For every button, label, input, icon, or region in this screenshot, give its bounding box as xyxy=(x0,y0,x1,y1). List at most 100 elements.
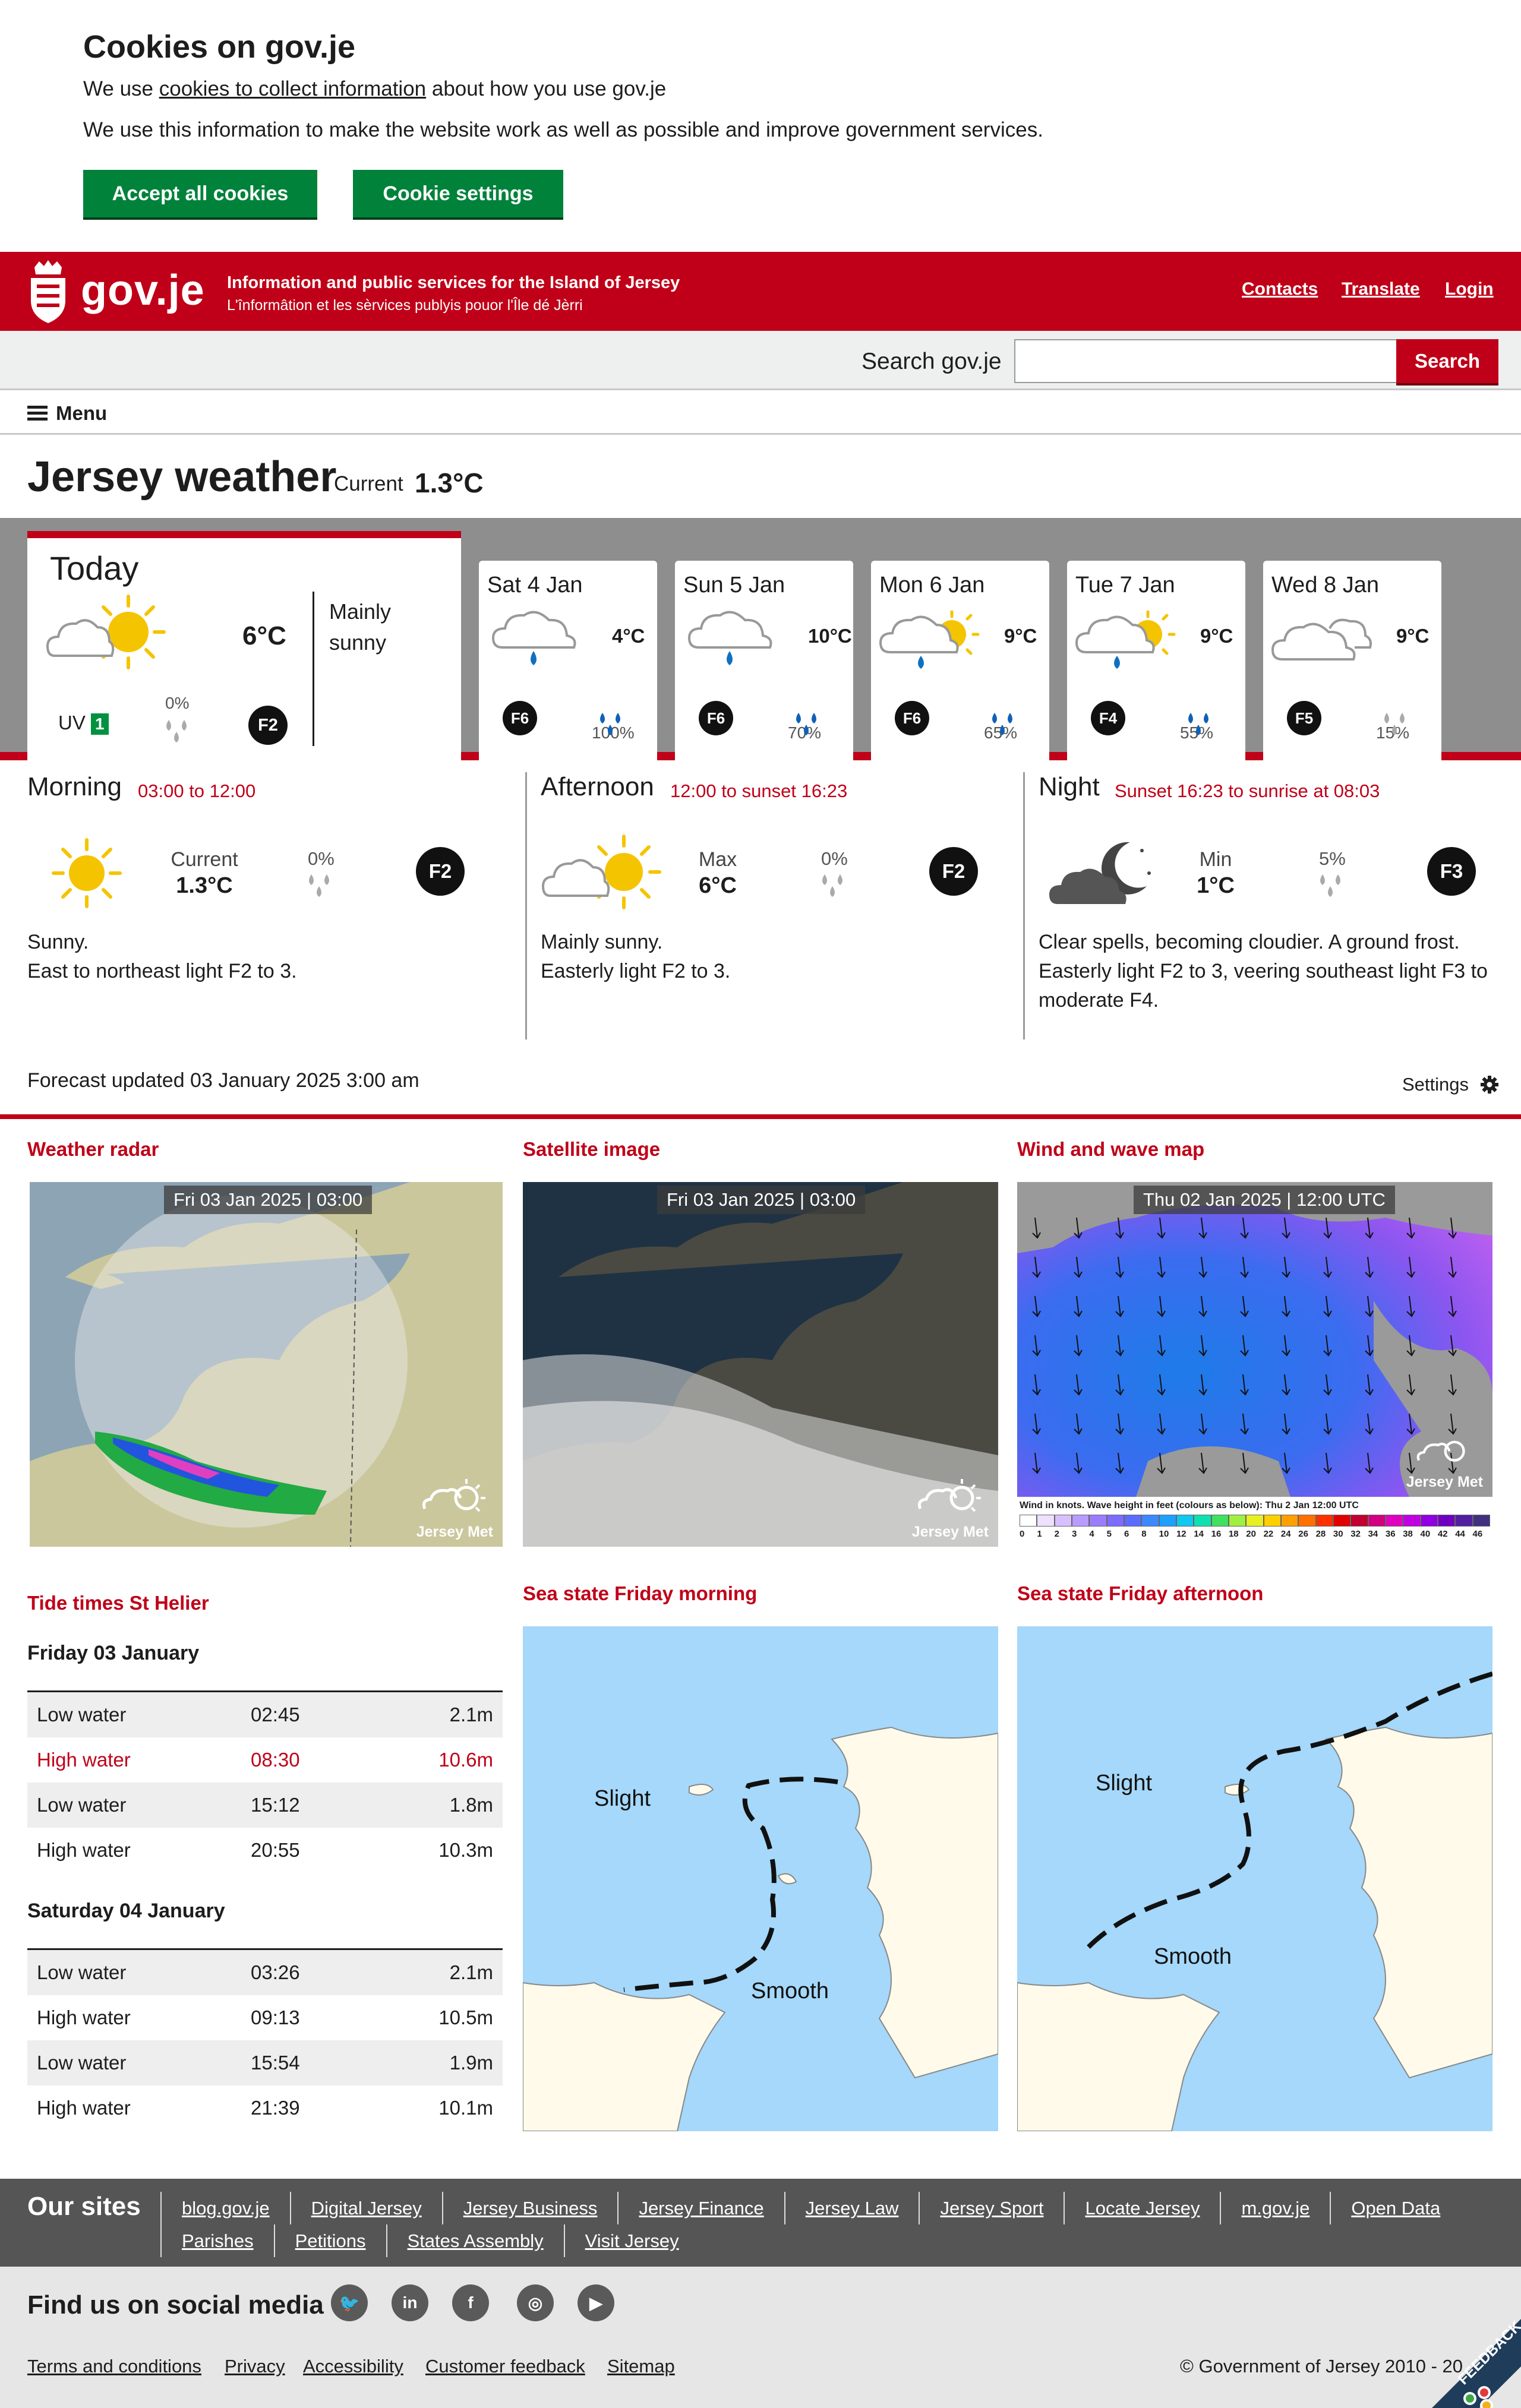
settings-link[interactable]: Settings xyxy=(1402,1074,1499,1095)
legend-swatch xyxy=(1385,1515,1403,1527)
site-link[interactable]: Jersey Business xyxy=(441,2192,618,2224)
search-label: Search gov.je xyxy=(862,349,1002,374)
sea-state-morning-image[interactable]: Slight Smooth xyxy=(523,1626,998,2131)
search-input[interactable] xyxy=(1014,339,1397,383)
tide-title[interactable]: Tide times St Helier xyxy=(27,1592,209,1614)
accept-cookies-button[interactable]: Accept all cookies xyxy=(83,170,317,217)
tide-height: 10.5m xyxy=(438,2006,493,2028)
radar-title[interactable]: Weather radar xyxy=(27,1138,159,1161)
day-name: Sat 4 Jan xyxy=(487,573,583,598)
contacts-link[interactable]: Contacts xyxy=(1242,279,1318,299)
tide-height: 2.1m xyxy=(449,1704,493,1726)
sea-state-afternoon-image[interactable]: Slight Smooth xyxy=(1017,1626,1492,2131)
legend-swatch xyxy=(1368,1515,1386,1527)
instagram-icon[interactable]: ◎ xyxy=(517,2284,554,2321)
raindrops-icon xyxy=(1188,713,1208,735)
legend-swatch xyxy=(1350,1515,1368,1527)
tide-height: 1.9m xyxy=(449,2052,493,2074)
legend-swatch xyxy=(1437,1515,1456,1527)
sitemap-link[interactable]: Sitemap xyxy=(607,2356,675,2377)
menu-button[interactable]: Menu xyxy=(56,402,107,425)
menu-bar: Menu xyxy=(0,392,1521,435)
cookie-info-link[interactable]: cookies to collect information xyxy=(159,77,426,100)
legend-value: 8 xyxy=(1141,1529,1147,1539)
satellite-image[interactable]: Fri 03 Jan 2025 | 03:00 Jersey Met xyxy=(523,1182,998,1547)
period-name: Afternoon xyxy=(541,772,654,801)
forecast-strip: Today 6°C Mainly sunny UV 1 0% F2 Sat 4 … xyxy=(0,518,1521,760)
privacy-link[interactable]: Privacy xyxy=(225,2356,285,2377)
legend-swatch xyxy=(1194,1515,1211,1527)
legend-swatch xyxy=(1246,1515,1264,1527)
tide-time: 15:54 xyxy=(251,2052,300,2074)
day-card[interactable]: Sun 5 Jan 10°C F6 70% xyxy=(675,561,853,760)
cookie-settings-button[interactable]: Cookie settings xyxy=(353,170,563,217)
legend-swatch xyxy=(1159,1515,1176,1527)
sea-label-smooth: Smooth xyxy=(1154,1944,1232,1969)
day-card[interactable]: Sat 4 Jan 4°C F6 100% xyxy=(479,561,657,760)
day-name: Mon 6 Jan xyxy=(879,573,985,598)
site-link[interactable]: Visit Jersey xyxy=(563,2224,699,2257)
site-link[interactable]: m.gov.je xyxy=(1220,2192,1330,2224)
satellite-title[interactable]: Satellite image xyxy=(523,1138,660,1161)
day-card[interactable]: Mon 6 Jan 9°C F6 65% xyxy=(871,561,1049,760)
legend-value: 38 xyxy=(1403,1529,1413,1539)
raindrops-icon xyxy=(1384,713,1405,735)
legend-swatch xyxy=(1333,1515,1351,1527)
tide-time: 09:13 xyxy=(251,2006,300,2028)
table-row: High water 08:30 10.6m xyxy=(27,1737,503,1783)
sea-state-afternoon-title[interactable]: Sea state Friday afternoon xyxy=(1017,1582,1263,1605)
legend-value: 42 xyxy=(1437,1529,1448,1539)
period-text-line: Sunny. xyxy=(27,931,89,953)
day-name: Tue 7 Jan xyxy=(1075,573,1175,598)
site-logo[interactable]: gov.je xyxy=(81,266,205,315)
legend-value: 4 xyxy=(1089,1529,1094,1539)
wind-force-icon: F3 xyxy=(1427,847,1476,896)
metric-label: Min xyxy=(1199,848,1232,871)
radar-image[interactable]: Fri 03 Jan 2025 | 03:00 Jersey Met xyxy=(30,1182,503,1547)
day-name: Sun 5 Jan xyxy=(683,573,785,598)
tide-time: 21:39 xyxy=(251,2097,300,2119)
tagline-jerriais: L'înformâtion et les sèrvices publyis po… xyxy=(227,297,583,314)
tide-day-label: Saturday 04 January xyxy=(27,1900,225,1922)
site-link[interactable]: Parishes xyxy=(160,2224,274,2257)
customer-feedback-link[interactable]: Customer feedback xyxy=(425,2356,585,2377)
sea-state-morning-title[interactable]: Sea state Friday morning xyxy=(523,1582,757,1605)
feedback-tab[interactable]: FEEDBACK xyxy=(1408,2305,1521,2408)
wind-wave-image[interactable]: Thu 02 Jan 2025 | 12:00 UTC Jersey Met W… xyxy=(1017,1182,1492,1547)
site-link[interactable]: Digital Jersey xyxy=(289,2192,442,2224)
cloud-rain-icon xyxy=(687,611,772,665)
search-button[interactable]: Search xyxy=(1396,339,1498,383)
translate-link[interactable]: Translate xyxy=(1342,279,1420,299)
legend-value: 10 xyxy=(1159,1529,1169,1539)
period-text-line: East to northeast light F2 to 3. xyxy=(27,960,297,982)
today-description: Mainly sunny xyxy=(329,599,392,655)
site-link[interactable]: Locate Jersey xyxy=(1064,2192,1220,2224)
legend-swatch xyxy=(1054,1515,1072,1527)
wind-force-icon: F2 xyxy=(248,706,288,745)
today-card[interactable]: Today 6°C Mainly sunny UV 1 0% F2 xyxy=(27,531,461,760)
login-link[interactable]: Login xyxy=(1445,279,1494,299)
tide-height: 10.1m xyxy=(438,2097,493,2119)
twitter-icon[interactable]: 🐦 xyxy=(331,2284,368,2321)
site-link[interactable]: Jersey Law xyxy=(784,2192,919,2224)
table-row: High water 20:55 10.3m xyxy=(27,1828,503,1873)
site-link[interactable]: Petitions xyxy=(273,2224,386,2257)
jersey-met-watermark: Jersey Met xyxy=(1406,1434,1483,1491)
accessibility-link[interactable]: Accessibility xyxy=(303,2356,403,2377)
legend-swatch xyxy=(1280,1515,1299,1527)
youtube-icon[interactable]: ▶ xyxy=(578,2284,614,2321)
wind-wave-title[interactable]: Wind and wave map xyxy=(1017,1138,1204,1161)
hamburger-icon[interactable] xyxy=(27,406,48,421)
wind-force-icon: F5 xyxy=(1287,701,1321,735)
linkedin-icon[interactable]: in xyxy=(392,2284,428,2321)
day-card[interactable]: Wed 8 Jan 9°C F5 15% xyxy=(1263,561,1441,760)
jersey-crest-icon[interactable] xyxy=(27,259,69,326)
day-card[interactable]: Tue 7 Jan 9°C F4 55% xyxy=(1067,561,1245,760)
site-link[interactable]: States Assembly xyxy=(386,2224,564,2257)
terms-link[interactable]: Terms and conditions xyxy=(27,2356,201,2377)
facebook-icon[interactable]: f xyxy=(452,2284,489,2321)
site-link[interactable]: blog.gov.je xyxy=(160,2192,290,2224)
site-link[interactable]: Jersey Sport xyxy=(919,2192,1064,2224)
site-link[interactable]: Jersey Finance xyxy=(617,2192,784,2224)
site-link[interactable]: Open Data xyxy=(1330,2192,1460,2224)
